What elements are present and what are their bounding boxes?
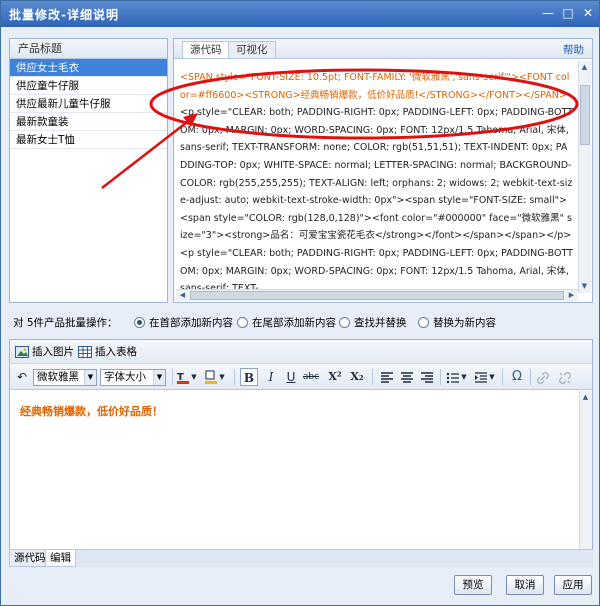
scroll-right-icon[interactable]: ▶ (566, 290, 577, 301)
font-size-value: 字体大小 (104, 371, 146, 383)
undo-icon[interactable]: ↶ (13, 368, 31, 386)
toolbar-divider (440, 369, 441, 385)
editor-content-text: 经典畅销爆款，低价好品质！ (20, 405, 163, 418)
maximize-icon[interactable]: □ (561, 6, 575, 20)
editor-toolbar-top: 插入图片 插入表格 (10, 340, 592, 364)
bold-button[interactable]: B (240, 368, 258, 386)
italic-button[interactable]: I (262, 368, 280, 386)
align-right-icon[interactable] (420, 371, 434, 385)
list-dropdown-icon[interactable]: ▼ (460, 368, 468, 386)
unlink-icon[interactable] (558, 371, 572, 385)
rich-text-editor: 插入图片 插入表格 ↶ 微软雅黑 ▼ 字体大小 ▼ T ▼ ▼ B I U ab… (9, 339, 593, 567)
font-family-select[interactable]: 微软雅黑 ▼ (33, 369, 97, 386)
editor-content[interactable]: 经典畅销爆款，低价好品质！ (10, 391, 578, 567)
table-icon (78, 346, 92, 358)
chevron-down-icon: ▼ (84, 370, 96, 385)
insert-image-button[interactable]: 插入图片 (32, 345, 74, 359)
close-icon[interactable]: ✕ (581, 6, 595, 20)
apply-button[interactable]: 应用 (554, 575, 592, 595)
scroll-down-icon[interactable]: ▼ (579, 281, 590, 292)
vertical-scrollbar[interactable]: ▲ ▼ (578, 61, 591, 293)
superscript-button[interactable]: X² (326, 368, 344, 386)
radio-replace-all[interactable] (418, 317, 429, 328)
editor-vertical-scrollbar[interactable]: ▲ ▼ (579, 391, 592, 567)
list-icon[interactable] (446, 371, 460, 385)
special-character-button[interactable]: Ω (508, 368, 526, 386)
indent-icon[interactable] (474, 371, 488, 385)
toolbar-divider (234, 369, 235, 385)
editor-mode-tabs: 源代码 编辑 (9, 549, 593, 567)
toolbar-divider (530, 369, 531, 385)
toolbar-divider (372, 369, 373, 385)
horizontal-scrollbar[interactable]: ◀ ▶ (176, 289, 578, 301)
radio-find-replace[interactable] (339, 317, 350, 328)
minimize-icon[interactable]: — (541, 6, 555, 20)
product-item[interactable]: 最新女士T恤 (10, 131, 167, 149)
cancel-button[interactable]: 取消 (506, 575, 544, 595)
font-size-select[interactable]: 字体大小 ▼ (100, 369, 166, 386)
radio-append-label[interactable]: 在尾部添加新内容 (252, 315, 336, 331)
batch-label: 对 5件产品批量操作： (13, 317, 118, 329)
underline-button[interactable]: U (282, 368, 300, 386)
align-left-icon[interactable] (380, 371, 394, 385)
scroll-up-icon[interactable]: ▲ (580, 392, 591, 403)
batch-operation-bar: 对 5件产品批量操作： 在首部添加新内容 在尾部添加新内容 查找并替换 替换为新… (13, 315, 593, 331)
radio-prepend[interactable] (134, 317, 145, 328)
indent-dropdown-icon[interactable]: ▼ (488, 368, 496, 386)
help-link[interactable]: 帮助 (563, 42, 584, 57)
background-color-icon[interactable] (204, 370, 218, 384)
radio-find-replace-label[interactable]: 查找并替换 (354, 315, 407, 331)
font-family-value: 微软雅黑 (37, 371, 79, 383)
tab-edit[interactable]: 编辑 (45, 550, 76, 567)
align-center-icon[interactable] (400, 371, 414, 385)
source-code-textarea[interactable]: <SPAN style="FONT-SIZE: 10.5pt; FONT-FAM… (178, 63, 576, 297)
source-tabbar: 源代码 可视化 帮助 (174, 39, 592, 59)
product-item[interactable]: 最新款童装 (10, 113, 167, 131)
insert-table-button[interactable]: 插入表格 (95, 345, 137, 359)
text-color-icon[interactable]: T (176, 370, 190, 384)
scroll-up-icon[interactable]: ▲ (579, 62, 590, 73)
product-item[interactable]: 供应最新儿童牛仔服 (10, 95, 167, 113)
background-color-dropdown-icon[interactable]: ▼ (218, 368, 226, 386)
tab-source-code[interactable]: 源代码 (182, 41, 230, 58)
highlighted-code: <SPAN style="FONT-SIZE: 10.5pt; FONT-FAM… (180, 72, 570, 101)
radio-replace-all-label[interactable]: 替换为新内容 (433, 315, 496, 331)
scrollbar-thumb[interactable] (190, 291, 564, 300)
radio-prepend-label[interactable]: 在首部添加新内容 (149, 315, 233, 331)
scrollbar-thumb[interactable] (580, 85, 590, 145)
product-item[interactable]: 供应女士毛衣 (10, 59, 167, 77)
text-color-dropdown-icon[interactable]: ▼ (190, 368, 198, 386)
chevron-down-icon: ▼ (153, 370, 165, 385)
product-list-panel: 产品标题 供应女士毛衣 供应童牛仔服 供应最新儿童牛仔服 最新款童装 最新女士T… (9, 38, 168, 303)
subscript-button[interactable]: X₂ (348, 368, 366, 386)
toolbar-divider (172, 369, 173, 385)
source-code-panel: 源代码 可视化 帮助 <SPAN style="FONT-SIZE: 10.5p… (173, 38, 593, 303)
code-text: <p style="CLEAR: both; PADDING-RIGHT: 0p… (180, 107, 573, 294)
tab-visual[interactable]: 可视化 (228, 41, 276, 58)
title-bar: 批量修改-详细说明 — □ ✕ (1, 1, 599, 27)
toolbar-divider (502, 369, 503, 385)
product-item[interactable]: 供应童牛仔服 (10, 77, 167, 95)
scroll-left-icon[interactable]: ◀ (177, 290, 188, 301)
strikethrough-button[interactable]: abc (302, 368, 320, 386)
preview-button[interactable]: 预览 (454, 575, 492, 595)
radio-append[interactable] (237, 317, 248, 328)
product-list-header: 产品标题 (10, 39, 167, 59)
window-title: 批量修改-详细说明 (9, 8, 119, 22)
link-icon[interactable] (536, 371, 550, 385)
image-icon (15, 346, 29, 358)
batch-edit-window: 批量修改-详细说明 — □ ✕ 产品标题 供应女士毛衣 供应童牛仔服 供应最新儿… (0, 0, 600, 606)
editor-toolbar-format: ↶ 微软雅黑 ▼ 字体大小 ▼ T ▼ ▼ B I U abc X² X₂ ▼ … (10, 364, 592, 390)
